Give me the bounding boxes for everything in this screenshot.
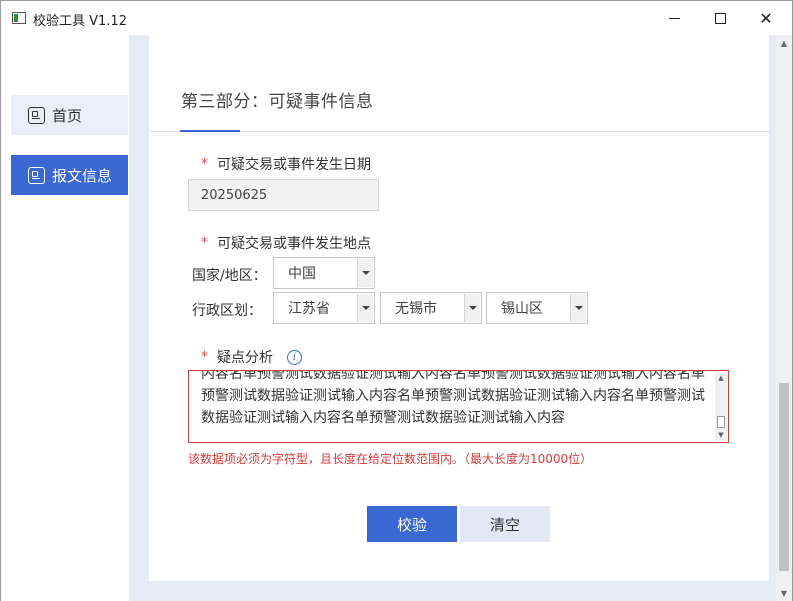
form-icon (28, 166, 45, 184)
required-marker: * (201, 235, 208, 251)
analysis-field-label: * 疑点分析 i (201, 347, 302, 367)
info-icon[interactable]: i (287, 349, 302, 365)
section-tab-indicator (180, 130, 240, 132)
scroll-thumb[interactable] (779, 383, 789, 571)
region-label: 行政区划： (192, 303, 262, 319)
scroll-up-icon[interactable]: ▲ (776, 35, 792, 51)
scroll-down-icon[interactable]: ▼ (776, 585, 792, 601)
close-button[interactable]: ✕ (743, 1, 789, 35)
app-window: 校验工具 V1.12 ✕ 首页 报文信息 ▲ ▼ 第三部分：可疑事件信息 * 可… (0, 0, 793, 601)
window-title: 校验工具 V1.12 (33, 14, 127, 29)
analysis-textarea[interactable]: 内容名单预警测试数据验证测试输入内容名单预警测试数据验证测试输入内容名单预警测试… (188, 370, 729, 443)
minimize-icon (668, 17, 680, 19)
chevron-down-icon[interactable] (570, 294, 586, 322)
date-input[interactable]: 20250625 (188, 179, 379, 211)
textarea-scrollbar[interactable]: ▲ ▼ (715, 372, 727, 441)
sidebar-item-report-info[interactable]: 报文信息 (11, 155, 128, 195)
sidebar-item-label: 报文信息 (52, 166, 113, 185)
app-icon (12, 12, 26, 24)
maximize-button[interactable] (697, 1, 743, 35)
section-title: 第三部分：可疑事件信息 (181, 92, 374, 112)
form-icon (28, 106, 45, 124)
sidebar: 首页 报文信息 (1, 35, 129, 601)
vertical-scrollbar[interactable]: ▲ ▼ (776, 35, 792, 601)
chevron-down-icon[interactable] (464, 294, 480, 322)
sidebar-item-label: 首页 (52, 106, 83, 125)
validation-error: 该数据项必须为字符型，且长度在给定位数范围内。（最大长度为10000位） (188, 452, 593, 466)
country-label: 国家/地区： (192, 268, 267, 284)
chevron-down-icon[interactable] (357, 259, 373, 287)
district-select[interactable]: 锡山区 (486, 292, 588, 324)
country-select[interactable]: 中国 (273, 257, 375, 289)
scroll-up-icon[interactable]: ▲ (715, 372, 727, 384)
title-bar: 校验工具 V1.12 ✕ (1, 1, 792, 35)
city-select[interactable]: 无锡市 (380, 292, 482, 324)
close-icon: ✕ (759, 8, 773, 28)
minimize-button[interactable] (651, 1, 697, 35)
province-select[interactable]: 江苏省 (273, 292, 375, 324)
section-divider (149, 131, 769, 132)
required-marker: * (201, 349, 208, 365)
sidebar-item-home[interactable]: 首页 (11, 95, 128, 135)
check-button[interactable]: 校验 (367, 506, 457, 542)
location-field-label: * 可疑交易或事件发生地点 (201, 235, 371, 252)
scroll-down-icon[interactable]: ▼ (715, 429, 727, 441)
date-field-label: * 可疑交易或事件发生日期 (201, 156, 371, 173)
clear-button[interactable]: 清空 (460, 506, 550, 542)
analysis-text: 内容名单预警测试数据验证测试输入内容名单预警测试数据验证测试输入内容名单预警测试… (201, 370, 705, 426)
required-marker: * (201, 156, 208, 172)
chevron-down-icon[interactable] (357, 294, 373, 322)
maximize-icon (714, 12, 726, 24)
scroll-thumb[interactable] (717, 416, 725, 428)
